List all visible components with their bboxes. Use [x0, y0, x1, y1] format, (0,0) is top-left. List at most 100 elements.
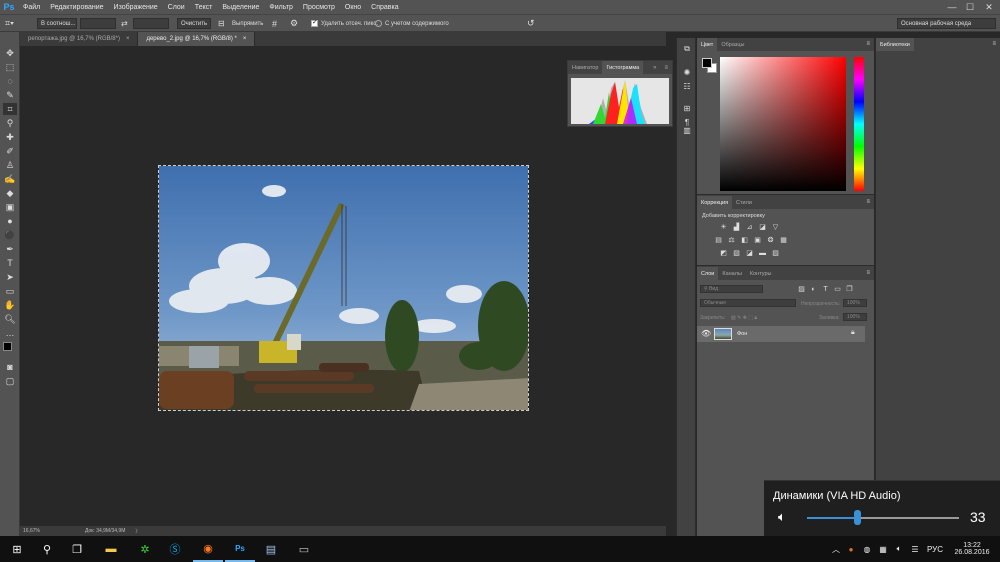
- threshold-icon[interactable]: ◪: [745, 249, 754, 257]
- selective-color-icon[interactable]: ▨: [771, 249, 780, 257]
- opacity-field[interactable]: 100%: [843, 299, 867, 307]
- language-indicator[interactable]: РУС: [924, 536, 946, 562]
- brush-panel-icon[interactable]: ▥: [680, 124, 694, 136]
- dodge-tool-icon[interactable]: ⚫: [3, 229, 17, 241]
- straighten-icon[interactable]: ⊟: [218, 18, 225, 29]
- curves-icon[interactable]: ⊿: [745, 223, 754, 231]
- tab-libraries[interactable]: Библиотеки: [876, 38, 914, 51]
- tray-app2-icon[interactable]: ◍: [861, 536, 873, 562]
- history-panel-icon[interactable]: ⧉: [680, 43, 694, 55]
- app-green-icon[interactable]: ✲: [130, 536, 160, 562]
- zoom-level[interactable]: 16,67%: [23, 528, 65, 534]
- delete-cropped-checkbox[interactable]: Удалить отсеч. пикс.: [311, 18, 378, 29]
- panel-menu-icon[interactable]: ≡: [660, 61, 672, 74]
- color-field[interactable]: [720, 57, 846, 191]
- blur-tool-icon[interactable]: ●: [3, 215, 17, 227]
- brightness-icon[interactable]: ☀: [719, 223, 728, 231]
- color-balance-icon[interactable]: ⚖: [727, 236, 736, 244]
- skype-icon[interactable]: Ⓢ: [160, 536, 190, 562]
- clear-button[interactable]: Очистить: [177, 18, 212, 29]
- width-field[interactable]: [80, 18, 116, 29]
- gradient-tool-icon[interactable]: ▣: [3, 201, 17, 213]
- eyedropper-tool-icon[interactable]: ⚲: [3, 117, 17, 129]
- actions-panel-icon[interactable]: ✺: [680, 66, 694, 78]
- brush-tool-icon[interactable]: ✐: [3, 145, 17, 157]
- menu-image[interactable]: Изображение: [109, 4, 163, 11]
- speaker-icon[interactable]: 🔈︎: [778, 509, 786, 525]
- tray-app-icon[interactable]: ●: [845, 536, 857, 562]
- gradient-map-icon[interactable]: ▬: [758, 249, 767, 257]
- tray-expand-icon[interactable]: ︿: [830, 536, 842, 562]
- properties-panel-icon[interactable]: ⊞: [680, 102, 694, 114]
- tab-layers[interactable]: Слои: [697, 267, 719, 280]
- marquee-tool-icon[interactable]: ⬚: [3, 61, 17, 73]
- task-view-icon[interactable]: ❐: [62, 536, 92, 562]
- reset-icon[interactable]: ↺: [527, 18, 535, 29]
- posterize-icon[interactable]: ▧: [732, 249, 741, 257]
- panel-menu-icon[interactable]: ≡: [866, 41, 870, 47]
- channel-mixer-icon[interactable]: ❂: [766, 236, 775, 244]
- panel-menu-icon[interactable]: ≡: [866, 270, 870, 276]
- notifications-icon[interactable]: ☰: [909, 536, 921, 562]
- hue-slider[interactable]: [854, 57, 864, 191]
- collapse-icon[interactable]: »: [649, 61, 660, 74]
- search-icon[interactable]: ⚲: [32, 536, 62, 562]
- quick-mask-icon[interactable]: ◙: [3, 361, 17, 373]
- quick-select-tool-icon[interactable]: ✎: [3, 89, 17, 101]
- ratio-select[interactable]: В соотнош...: [37, 18, 77, 29]
- pen-tool-icon[interactable]: ✒: [3, 243, 17, 255]
- status-menu-arrow[interactable]: 〉: [135, 528, 140, 535]
- tab-navigator[interactable]: Навигатор: [568, 61, 602, 74]
- app-window-icon[interactable]: ▤: [256, 536, 286, 562]
- fill-field[interactable]: 100%: [843, 313, 867, 321]
- menu-file[interactable]: Файл: [18, 4, 45, 11]
- screen-mode-icon[interactable]: ▢: [3, 375, 17, 387]
- hand-tool-icon[interactable]: ✋: [3, 299, 17, 311]
- healing-tool-icon[interactable]: ✚: [3, 131, 17, 143]
- filter-pixel-icon[interactable]: ▨: [797, 285, 806, 293]
- straighten-button[interactable]: Выпрямить: [232, 18, 263, 29]
- filter-type-icon[interactable]: T: [821, 285, 830, 293]
- more-tools-icon[interactable]: …: [3, 327, 17, 339]
- doc-tab-2[interactable]: дерево_2.jpg @ 16,7% (RGB/8) * ×: [138, 32, 256, 46]
- layer-filter-input[interactable]: ⚲ Вид: [700, 285, 763, 293]
- close-button[interactable]: ✕: [981, 0, 997, 14]
- crop-tool-icon[interactable]: ⌗: [3, 103, 17, 115]
- tab-close-icon[interactable]: ×: [126, 36, 130, 42]
- file-explorer-icon[interactable]: ▬: [96, 536, 126, 562]
- grid-overlay-icon[interactable]: #: [272, 18, 277, 29]
- layer-row-background[interactable]: 👁︎ Фон 🔒︎: [697, 326, 865, 342]
- tab-styles[interactable]: Стили: [732, 196, 756, 209]
- history-brush-tool-icon[interactable]: ✍: [3, 173, 17, 185]
- vibrance-icon[interactable]: ▽: [771, 223, 780, 231]
- crop-tool-preset-icon[interactable]: ⌗▾: [5, 18, 14, 29]
- menu-filter[interactable]: Фильтр: [264, 4, 298, 11]
- network-icon[interactable]: ▦: [877, 536, 889, 562]
- invert-icon[interactable]: ◩: [719, 249, 728, 257]
- info-panel-icon[interactable]: ☷: [680, 80, 694, 92]
- filter-smart-icon[interactable]: ❐: [845, 285, 854, 293]
- panel-menu-icon[interactable]: ≡: [866, 199, 870, 205]
- blend-mode-select[interactable]: Обычные: [700, 299, 796, 307]
- app-scanner-icon[interactable]: ▭: [289, 536, 319, 562]
- clock[interactable]: 13:22 26.08.2016: [950, 536, 994, 562]
- panel-menu-icon[interactable]: ≡: [992, 41, 996, 47]
- foreground-color-swatch[interactable]: [702, 58, 712, 68]
- workspace-select[interactable]: Основная рабочая среда: [897, 18, 996, 29]
- lock-icons[interactable]: ▨ ✎ ✥ ⬚ 🔒︎: [731, 315, 757, 321]
- levels-icon[interactable]: ▟: [732, 223, 741, 231]
- menu-help[interactable]: Справка: [366, 4, 403, 11]
- path-select-tool-icon[interactable]: ➤: [3, 271, 17, 283]
- color-lookup-icon[interactable]: ▦: [779, 236, 788, 244]
- maximize-button[interactable]: ☐: [962, 0, 978, 14]
- audio-device-name[interactable]: Динамики (VIA HD Audio): [773, 490, 900, 502]
- lasso-tool-icon[interactable]: ◌: [3, 75, 17, 87]
- exposure-icon[interactable]: ◪: [758, 223, 767, 231]
- swap-icon[interactable]: ⇄: [121, 18, 128, 29]
- tab-close-icon[interactable]: ×: [243, 36, 247, 42]
- foreground-color-swatch[interactable]: [3, 342, 12, 351]
- hue-saturation-icon[interactable]: ▤: [714, 236, 723, 244]
- type-tool-icon[interactable]: T: [3, 257, 17, 269]
- menu-type[interactable]: Текст: [190, 4, 218, 11]
- eye-icon[interactable]: 👁︎: [701, 329, 711, 338]
